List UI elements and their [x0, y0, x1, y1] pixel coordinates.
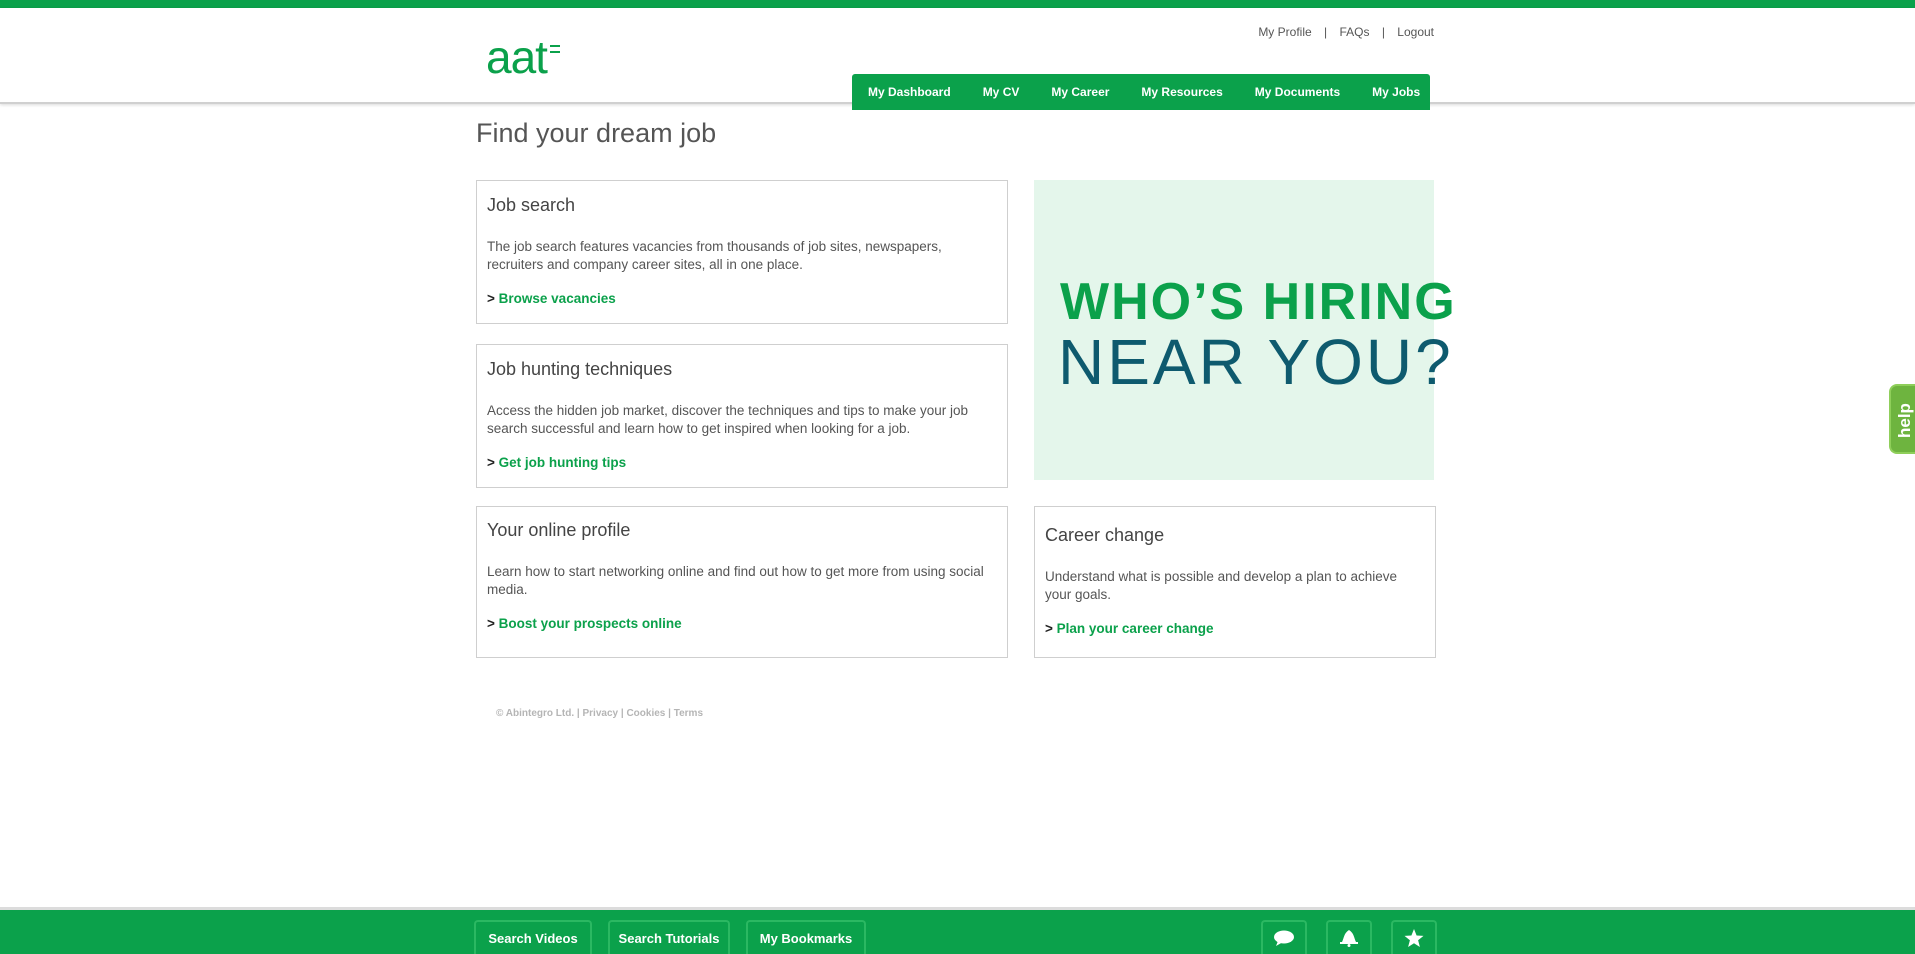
separator: |: [1324, 25, 1328, 39]
arrow-icon: >: [487, 291, 495, 306]
star-icon: [1404, 928, 1424, 947]
job-search-card: Job search The job search features vacan…: [476, 180, 1008, 324]
card-link-row: > Browse vacancies: [487, 291, 997, 306]
nav-my-cv[interactable]: My CV: [967, 85, 1036, 99]
logo-mark: [550, 45, 560, 57]
logout-link[interactable]: Logout: [1397, 25, 1434, 39]
bottom-toolbar: Search Videos Search Tutorials My Bookma…: [0, 907, 1915, 954]
terms-link[interactable]: Terms: [674, 708, 703, 719]
separator: |: [620, 708, 624, 719]
banner-headline: WHO’S HIRING: [1060, 273, 1457, 331]
separator: |: [1381, 25, 1385, 39]
search-tutorials-tab[interactable]: Search Tutorials: [608, 920, 730, 954]
logo-text: aat: [486, 31, 548, 83]
my-bookmarks-tab[interactable]: My Bookmarks: [746, 920, 866, 954]
main-nav: My Dashboard My CV My Career My Resource…: [852, 74, 1431, 110]
browse-vacancies-link[interactable]: Browse vacancies: [499, 291, 616, 306]
card-link-row: > Plan your career change: [1045, 621, 1425, 636]
online-profile-card: Your online profile Learn how to start n…: [476, 506, 1008, 658]
footer-legal: © Abintegro Ltd. | Privacy | Cookies | T…: [496, 708, 703, 719]
card-title: Career change: [1045, 525, 1165, 545]
page-title: Find your dream job: [476, 118, 717, 148]
banner-subheadline: NEAR YOU?: [1058, 326, 1454, 398]
boost-prospects-link[interactable]: Boost your prospects online: [499, 616, 682, 631]
arrow-icon: >: [487, 455, 495, 470]
bell-icon: [1340, 930, 1358, 947]
favourites-button[interactable]: [1391, 920, 1437, 954]
tab-label: My Bookmarks: [759, 930, 853, 946]
card-description: Understand what is possible and develop …: [1045, 569, 1397, 602]
privacy-link[interactable]: Privacy: [582, 708, 618, 719]
separator: |: [576, 708, 580, 719]
card-title: Your online profile: [487, 520, 631, 540]
chat-button[interactable]: [1261, 920, 1307, 954]
arrow-icon: >: [487, 616, 495, 631]
plan-career-change-link[interactable]: Plan your career change: [1057, 621, 1214, 636]
card-link-row: > Boost your prospects online: [487, 616, 997, 631]
tab-label: Search Tutorials: [618, 930, 720, 946]
nav-my-resources[interactable]: My Resources: [1125, 85, 1238, 99]
copyright-text: © Abintegro Ltd.: [496, 708, 575, 719]
top-accent-bar: [0, 0, 1915, 8]
card-description: Access the hidden job market, discover t…: [487, 403, 969, 436]
help-label: help: [1895, 403, 1914, 438]
whos-hiring-banner[interactable]: WHO’S HIRING NEAR YOU?: [1034, 180, 1455, 480]
nav-my-dashboard[interactable]: My Dashboard: [858, 85, 967, 99]
cookies-link[interactable]: Cookies: [626, 708, 665, 719]
nav-my-jobs[interactable]: My Jobs: [1356, 85, 1424, 99]
faqs-link[interactable]: FAQs: [1339, 25, 1369, 39]
card-link-row: > Get job hunting tips: [487, 455, 997, 470]
career-change-card: Career change Understand what is possibl…: [1034, 506, 1436, 658]
separator: |: [668, 708, 671, 719]
get-job-hunting-tips-link[interactable]: Get job hunting tips: [499, 455, 626, 470]
help-tab[interactable]: help: [1889, 384, 1915, 454]
my-profile-link[interactable]: My Profile: [1258, 25, 1311, 39]
card-description: The job search features vacancies from t…: [487, 239, 942, 272]
nav-my-career[interactable]: My Career: [1035, 85, 1125, 99]
notifications-button[interactable]: [1326, 920, 1372, 954]
tab-label: Search Videos: [488, 930, 578, 946]
arrow-icon: >: [1045, 621, 1053, 636]
site-header: aat My Profile | FAQs | Logout My Dashbo…: [0, 8, 1915, 110]
chat-bubble-icon: [1274, 930, 1294, 946]
job-hunting-card: Job hunting techniques Access the hidden…: [476, 344, 1008, 488]
card-description: Learn how to start networking online and…: [487, 564, 984, 597]
search-videos-tab[interactable]: Search Videos: [474, 920, 592, 954]
nav-my-documents[interactable]: My Documents: [1239, 85, 1356, 99]
card-title: Job search: [487, 195, 576, 215]
top-links: My Profile | FAQs | Logout: [1258, 25, 1434, 39]
card-title: Job hunting techniques: [487, 359, 673, 379]
aat-logo[interactable]: aat: [486, 31, 560, 83]
